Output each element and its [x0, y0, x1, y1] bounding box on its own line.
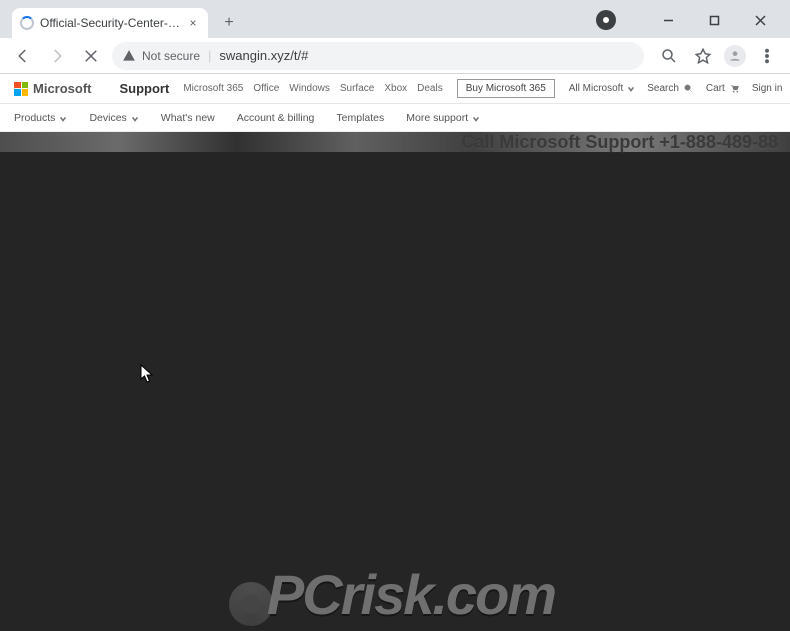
all-microsoft-label: All Microsoft — [569, 83, 623, 94]
subnav-label: What's new — [161, 112, 215, 124]
header-signin[interactable]: Sign in — [752, 83, 783, 94]
watermark: PCrisk.com — [0, 562, 790, 627]
url-text: swangin.xyz/t/# — [219, 48, 308, 63]
watermark-right: risk.com — [341, 563, 555, 626]
subnav-devices[interactable]: Devices — [89, 112, 138, 124]
chevron-down-icon — [131, 114, 139, 122]
header-link-xbox[interactable]: Xbox — [384, 83, 407, 94]
header-link-surface[interactable]: Surface — [340, 83, 374, 94]
watermark-crest-icon — [229, 582, 273, 626]
header-link-deals[interactable]: Deals — [417, 83, 443, 94]
mouse-cursor-icon — [140, 364, 154, 384]
microsoft-logo-label: Microsoft — [33, 81, 92, 96]
header-cart-label: Cart — [706, 83, 725, 94]
profile-avatar-icon[interactable] — [724, 45, 746, 67]
tab-title: Official-Security-Center-Error(x00 — [40, 16, 180, 30]
microsoft-logo[interactable]: Microsoft — [14, 81, 92, 96]
not-secure-chip[interactable]: Not secure — [122, 49, 200, 63]
header-search-label: Search — [647, 83, 679, 94]
search-icon — [683, 83, 694, 94]
stop-reload-button[interactable] — [78, 43, 104, 69]
buy-m365-button[interactable]: Buy Microsoft 365 — [457, 79, 555, 98]
warning-icon — [122, 49, 136, 63]
bookmark-star-icon[interactable] — [690, 43, 716, 69]
browser-tab[interactable]: Official-Security-Center-Error(x00 × — [12, 8, 208, 38]
subnav-more-support[interactable]: More support — [406, 112, 480, 124]
chevron-down-icon — [59, 114, 67, 122]
support-label[interactable]: Support — [120, 81, 170, 96]
ms-header: Microsoft Support Microsoft 365 Office W… — [0, 74, 790, 104]
window-controls — [646, 6, 782, 34]
chevron-down-icon — [472, 114, 480, 122]
chevron-down-icon — [627, 85, 635, 93]
tabs-region: Official-Security-Center-Error(x00 × + — [8, 0, 242, 38]
subnav-label: Products — [14, 112, 55, 124]
subnav-label: More support — [406, 112, 468, 124]
header-link-office[interactable]: Office — [253, 83, 279, 94]
ms-header-links: Microsoft 365 Office Windows Surface Xbo… — [183, 83, 442, 94]
minimize-button[interactable] — [646, 6, 690, 34]
header-search[interactable]: Search — [647, 83, 694, 94]
browser-toolbar: Not secure | swangin.xyz/t/# — [0, 38, 790, 74]
profile-dot-icon[interactable] — [596, 10, 616, 30]
subnav-templates[interactable]: Templates — [336, 112, 384, 124]
close-tab-icon[interactable]: × — [186, 16, 200, 30]
header-cart[interactable]: Cart — [706, 83, 740, 94]
maximize-button[interactable] — [692, 6, 736, 34]
watermark-text: PCrisk.com — [235, 562, 555, 627]
page-hero: Call Microsoft Support +1-888-489-88 PCr… — [0, 132, 790, 631]
window-titlebar: Official-Security-Center-Error(x00 × + — [0, 0, 790, 38]
new-tab-button[interactable]: + — [216, 10, 242, 36]
microsoft-logo-icon — [14, 82, 28, 96]
watermark-left: PC — [267, 563, 341, 626]
forward-button[interactable] — [44, 43, 70, 69]
header-link-m365[interactable]: Microsoft 365 — [183, 83, 243, 94]
toolbar-right — [656, 43, 780, 69]
kebab-menu-icon[interactable] — [754, 43, 780, 69]
cart-icon — [729, 83, 740, 94]
subnav-label: Devices — [89, 112, 126, 124]
ms-header-right: All Microsoft Search Cart Sign in — [569, 78, 790, 100]
subnav-label: Account & billing — [237, 112, 315, 124]
ms-subnav: Products Devices What's new Account & bi… — [0, 104, 790, 132]
subnav-whats-new[interactable]: What's new — [161, 112, 215, 124]
zoom-search-icon[interactable] — [656, 43, 682, 69]
loading-spinner-icon — [20, 16, 34, 30]
scam-call-text: Call Microsoft Support +1-888-489-88 — [461, 132, 778, 153]
header-link-windows[interactable]: Windows — [289, 83, 330, 94]
subnav-products[interactable]: Products — [14, 112, 67, 124]
address-bar[interactable]: Not secure | swangin.xyz/t/# — [112, 42, 644, 70]
page-content: Microsoft Support Microsoft 365 Office W… — [0, 74, 790, 631]
header-signin-label: Sign in — [752, 83, 783, 94]
close-window-button[interactable] — [738, 6, 782, 34]
not-secure-label: Not secure — [142, 49, 200, 63]
all-microsoft-menu[interactable]: All Microsoft — [569, 83, 635, 94]
subnav-label: Templates — [336, 112, 384, 124]
subnav-account-billing[interactable]: Account & billing — [237, 112, 315, 124]
back-button[interactable] — [10, 43, 36, 69]
